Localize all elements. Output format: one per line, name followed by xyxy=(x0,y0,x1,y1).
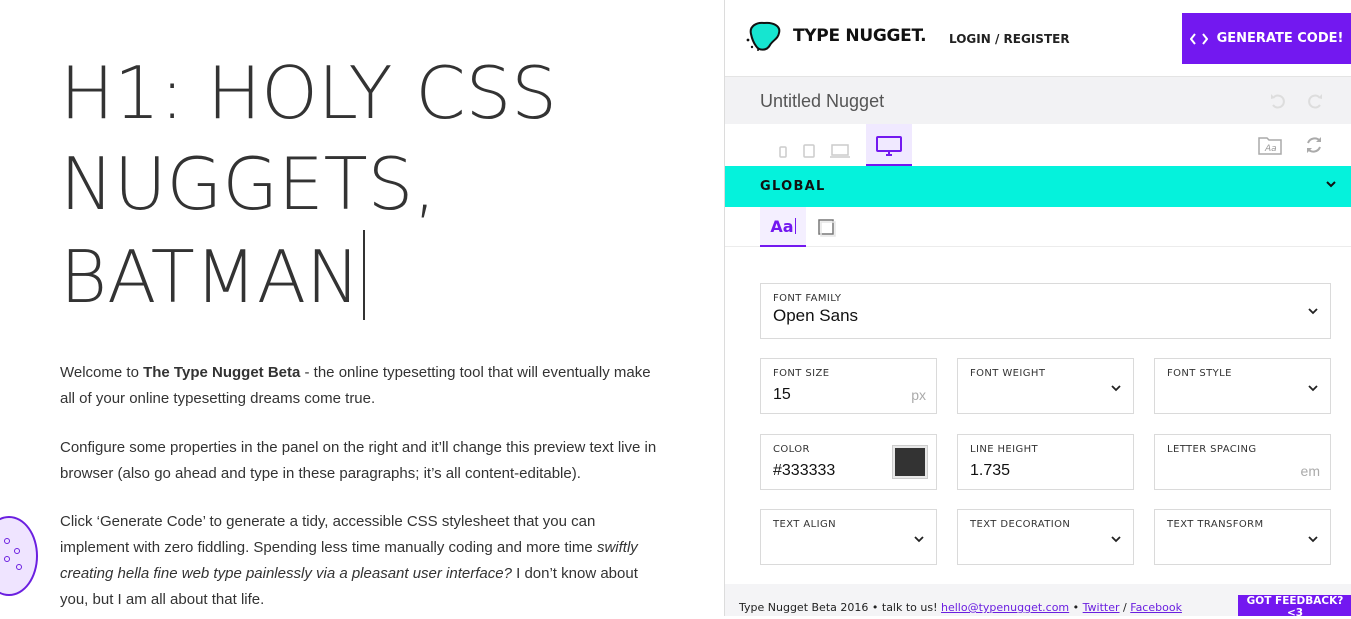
font-weight-label: FONT WEIGHT xyxy=(970,368,1046,379)
heading-line: NUGGETS, xyxy=(60,142,437,226)
nugget-logo-icon xyxy=(746,21,781,51)
color-swatch[interactable] xyxy=(893,446,927,478)
feedback-button[interactable]: GOT FEEDBACK? <3 xyxy=(1238,595,1351,619)
line-height-field[interactable]: LINE HEIGHT xyxy=(957,434,1134,490)
tab-box-model[interactable] xyxy=(813,207,839,247)
undo-icon[interactable] xyxy=(1268,91,1288,111)
sub-tabs: Aa xyxy=(725,207,1351,247)
redo-icon[interactable] xyxy=(1305,91,1325,111)
chevron-down-icon xyxy=(1111,385,1121,392)
nugget-name-bar xyxy=(725,77,1351,124)
text-transform-select[interactable]: TEXT TRANSFORM xyxy=(1154,509,1331,565)
desktop-icon xyxy=(876,136,902,156)
footer: Type Nugget Beta 2016 • talk to us! hell… xyxy=(725,584,1351,619)
nugget-name-input[interactable] xyxy=(760,91,1160,112)
email-link[interactable]: hello@typenugget.com xyxy=(941,601,1069,614)
chevron-down-icon xyxy=(1308,308,1318,315)
tablet-icon xyxy=(803,144,815,158)
footer-text: Type Nugget Beta 2016 • talk to us! hell… xyxy=(739,601,1182,614)
generate-code-label: GENERATE CODE! xyxy=(1216,31,1344,46)
section-title: GLOBAL xyxy=(760,179,826,194)
auth-links: LOGIN / REGISTER xyxy=(949,32,1070,46)
paragraph-text: Click ‘Generate Code’ to generate a tidy… xyxy=(60,513,597,556)
text-decoration-label: TEXT DECORATION xyxy=(970,519,1071,530)
color-label: COLOR xyxy=(773,444,810,455)
font-size-label: FONT SIZE xyxy=(773,368,830,379)
font-family-label: FONT FAMILY xyxy=(773,293,842,304)
chevron-down-icon xyxy=(1111,536,1121,543)
auth-separator: / xyxy=(994,32,1000,46)
font-style-label: FONT STYLE xyxy=(1167,368,1232,379)
color-input[interactable] xyxy=(773,462,893,480)
typography-tab-label: Aa xyxy=(770,216,794,236)
code-icon xyxy=(1189,32,1208,45)
box-icon xyxy=(818,219,836,237)
device-desktop-button[interactable] xyxy=(866,124,912,166)
font-size-field[interactable]: FONT SIZE px xyxy=(760,358,937,414)
font-size-input[interactable] xyxy=(773,386,893,404)
twitter-link[interactable]: Twitter xyxy=(1083,601,1120,614)
login-link[interactable]: LOGIN xyxy=(949,32,991,46)
text-decoration-select[interactable]: TEXT DECORATION xyxy=(957,509,1134,565)
text-transform-label: TEXT TRANSFORM xyxy=(1167,519,1264,530)
generate-code-button[interactable]: GENERATE CODE! xyxy=(1182,13,1351,64)
heading-line: BATMAN xyxy=(60,230,660,323)
svg-text:Aa: Aa xyxy=(1264,144,1277,154)
preview-pane: H1: HOLY CSS NUGGETS, BATMAN Welcome to … xyxy=(0,0,724,616)
top-bar: TYPE NUGGET. LOGIN / REGISTER GENERATE C… xyxy=(725,0,1351,77)
device-laptop-button[interactable] xyxy=(827,124,853,166)
line-height-label: LINE HEIGHT xyxy=(970,444,1039,455)
footer-bullet: • xyxy=(871,601,879,614)
text-align-select[interactable]: TEXT ALIGN xyxy=(760,509,937,565)
footer-version: Type Nugget Beta 2016 xyxy=(739,601,869,614)
tab-cursor xyxy=(794,218,796,234)
letter-spacing-unit: em xyxy=(1300,463,1320,479)
preview-paragraph[interactable]: Click ‘Generate Code’ to generate a tidy… xyxy=(60,509,665,613)
chevron-down-icon xyxy=(914,536,924,543)
line-height-input[interactable] xyxy=(970,462,1090,480)
text-align-label: TEXT ALIGN xyxy=(773,519,836,530)
font-family-value: Open Sans xyxy=(773,306,859,325)
font-family-select[interactable]: FONT FAMILY Open Sans xyxy=(760,283,1331,339)
letter-spacing-label: LETTER SPACING xyxy=(1167,444,1257,455)
device-tablet-button[interactable] xyxy=(799,124,819,166)
font-library-icon[interactable]: Aa xyxy=(1257,134,1283,156)
color-field[interactable]: COLOR xyxy=(760,434,937,490)
paragraph-bold: The Type Nugget Beta xyxy=(143,364,301,381)
settings-panel: TYPE NUGGET. LOGIN / REGISTER GENERATE C… xyxy=(724,0,1351,619)
facebook-link[interactable]: Facebook xyxy=(1130,601,1182,614)
tab-typography[interactable]: Aa xyxy=(760,207,806,247)
text-cursor xyxy=(363,230,365,320)
letter-spacing-field[interactable]: LETTER SPACING em xyxy=(1154,434,1331,490)
device-mobile-button[interactable] xyxy=(775,124,791,166)
font-size-unit: px xyxy=(911,387,926,403)
brand-name: TYPE NUGGET. xyxy=(793,26,927,46)
chevron-down-icon xyxy=(1326,181,1336,188)
font-style-select[interactable]: FONT STYLE xyxy=(1154,358,1331,414)
laptop-icon xyxy=(830,144,850,158)
footer-talk: talk to us! xyxy=(881,601,938,614)
nugget-mascot-icon[interactable] xyxy=(0,516,38,596)
refresh-icon[interactable] xyxy=(1303,134,1325,156)
preview-paragraph[interactable]: Configure some properties in the panel o… xyxy=(60,435,665,487)
heading-line-text: BATMAN xyxy=(60,235,361,319)
footer-slash: / xyxy=(1123,601,1127,614)
global-section-header[interactable]: GLOBAL xyxy=(725,166,1351,207)
preview-paragraph[interactable]: Welcome to The Type Nugget Beta - the on… xyxy=(60,360,665,412)
mobile-icon xyxy=(779,146,787,158)
heading-line: H1: HOLY CSS xyxy=(60,51,558,135)
preview-heading[interactable]: H1: HOLY CSS NUGGETS, BATMAN xyxy=(60,48,660,323)
font-weight-select[interactable]: FONT WEIGHT xyxy=(957,358,1134,414)
chevron-down-icon xyxy=(1308,536,1318,543)
register-link[interactable]: REGISTER xyxy=(1004,32,1070,46)
paragraph-text: Welcome to xyxy=(60,364,144,381)
chevron-down-icon xyxy=(1308,385,1318,392)
footer-bullet: • xyxy=(1072,601,1080,614)
device-bar: Aa xyxy=(725,124,1351,166)
